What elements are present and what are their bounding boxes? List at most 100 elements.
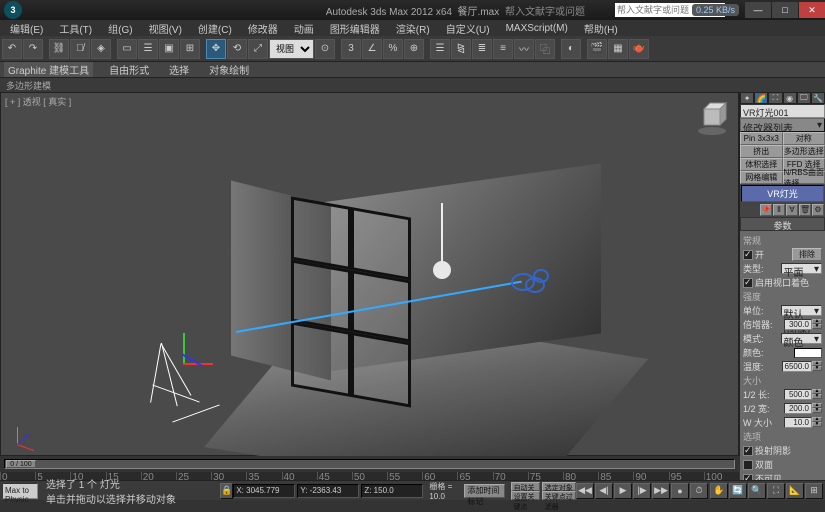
- select-button[interactable]: ▭: [117, 39, 137, 59]
- color-swatch[interactable]: [794, 348, 822, 358]
- ribbon-tab-paint[interactable]: 对象绘制: [205, 62, 253, 77]
- pivot-button[interactable]: ⊙: [315, 39, 335, 59]
- modifier-list-dropdown[interactable]: 修改器列表▾: [740, 118, 825, 132]
- menu-edit[interactable]: 编辑(E): [4, 21, 49, 36]
- exclude-button[interactable]: 排除: [792, 248, 822, 261]
- coord-z[interactable]: Z: 150.0: [361, 484, 423, 498]
- set-key-button[interactable]: 设置关键点: [511, 491, 540, 500]
- maximize-button[interactable]: □: [772, 2, 798, 18]
- viewport-perspective[interactable]: [ + ] 透视 [ 真实 ]: [0, 92, 739, 456]
- menu-help[interactable]: 帮助(H): [578, 21, 624, 36]
- ribbon-sub[interactable]: 多边形建模: [0, 78, 825, 92]
- menu-animation[interactable]: 动画: [288, 21, 320, 36]
- stack-show[interactable]: Ⅱ: [773, 204, 785, 216]
- check-on[interactable]: [743, 250, 753, 260]
- undo-button[interactable]: ↶: [2, 39, 22, 59]
- render-button[interactable]: 🫖: [629, 39, 649, 59]
- stack-pin[interactable]: 📌: [760, 204, 772, 216]
- ribbon-tab-graphite[interactable]: Graphite 建模工具: [4, 62, 93, 77]
- mirror-button[interactable]: ⧎: [451, 39, 471, 59]
- lock-selection-icon[interactable]: 🔒: [220, 483, 233, 499]
- half-width-input[interactable]: 200.0: [784, 403, 813, 414]
- goto-start[interactable]: ◀◀: [576, 483, 594, 499]
- fov-button[interactable]: 📐: [786, 483, 804, 499]
- menu-maxscript[interactable]: MAXScript(M): [500, 23, 574, 34]
- curve-editor-button[interactable]: 〰: [514, 39, 534, 59]
- cfg-btn-6[interactable]: 网格编辑: [740, 171, 783, 184]
- goto-end[interactable]: ▶▶: [652, 483, 670, 499]
- play-button[interactable]: ▶: [614, 483, 632, 499]
- bind-button[interactable]: ◈: [91, 39, 111, 59]
- rollout-params[interactable]: 参数: [740, 217, 825, 231]
- cfg-btn-3[interactable]: 多边形选择: [783, 145, 825, 158]
- temp-input[interactable]: 6500.0: [782, 361, 812, 372]
- menu-custom[interactable]: 自定义(U): [440, 21, 496, 36]
- coord-x[interactable]: X: 3045.779: [233, 484, 295, 498]
- spinner-snap[interactable]: ⊕: [404, 39, 424, 59]
- material-editor-button[interactable]: ◐: [561, 39, 581, 59]
- light-target-gizmo[interactable]: [511, 273, 551, 303]
- scale-button[interactable]: ⤢: [248, 39, 268, 59]
- w-size-input[interactable]: 10.0: [784, 417, 813, 428]
- move-button[interactable]: ✥: [206, 39, 226, 59]
- pan-view[interactable]: ✋: [710, 483, 728, 499]
- render-frame-button[interactable]: ▦: [608, 39, 628, 59]
- align-button[interactable]: ≣: [472, 39, 492, 59]
- vray-light-gizmo[interactable]: [161, 343, 231, 433]
- window-crossing-button[interactable]: ⊞: [180, 39, 200, 59]
- ribbon-tab-freeform[interactable]: 自由形式: [105, 62, 153, 77]
- link-button[interactable]: ⛓: [49, 39, 69, 59]
- time-thumb[interactable]: 0 / 100: [6, 460, 36, 468]
- menu-graph[interactable]: 图形编辑器: [324, 21, 386, 36]
- tab-modify[interactable]: 🌈: [754, 92, 768, 104]
- cfg-btn-7[interactable]: N/RBS曲面选择: [783, 171, 825, 184]
- time-config[interactable]: ⏱: [690, 483, 708, 499]
- maximize-viewport[interactable]: ⊞: [805, 483, 823, 499]
- ref-coord-dropdown[interactable]: 视图: [269, 39, 314, 59]
- redo-button[interactable]: ↷: [23, 39, 43, 59]
- menu-render[interactable]: 渲染(R): [390, 21, 436, 36]
- snap-toggle[interactable]: 3: [341, 39, 361, 59]
- app-icon[interactable]: 3: [4, 1, 22, 19]
- half-length-input[interactable]: 500.0: [784, 389, 813, 400]
- mode-dropdown[interactable]: 颜色▾: [781, 333, 823, 344]
- tab-create[interactable]: ✦: [740, 92, 754, 104]
- render-setup-button[interactable]: 🎬: [587, 39, 607, 59]
- stack-unique[interactable]: ∀: [786, 204, 798, 216]
- tab-utilities[interactable]: 🔧: [811, 92, 825, 104]
- select-region-button[interactable]: ▣: [159, 39, 179, 59]
- object-name-field[interactable]: VR灯光001: [740, 104, 825, 118]
- rotate-button[interactable]: ⟲: [227, 39, 247, 59]
- axis-y-icon[interactable]: [183, 333, 185, 363]
- zoom-view[interactable]: 🔍: [748, 483, 766, 499]
- menu-tools[interactable]: 工具(T): [53, 21, 98, 36]
- time-slider[interactable]: 0 / 100: [0, 456, 739, 472]
- ribbon-tab-select[interactable]: 选择: [165, 62, 193, 77]
- check-double-sided[interactable]: [743, 460, 753, 470]
- check-viewport[interactable]: [743, 278, 753, 288]
- cfg-btn-2[interactable]: 挤出: [740, 145, 783, 158]
- unlink-button[interactable]: ⛓̸: [70, 39, 90, 59]
- check-cast-shadows[interactable]: [743, 446, 753, 456]
- angle-snap[interactable]: ∠: [362, 39, 382, 59]
- tab-hierarchy[interactable]: ⛶: [768, 92, 782, 104]
- select-name-button[interactable]: ☰: [138, 39, 158, 59]
- menu-create[interactable]: 创建(C): [192, 21, 238, 36]
- close-button[interactable]: ✕: [799, 2, 825, 18]
- cfg-btn-0[interactable]: Pin 3x3x3: [740, 132, 783, 145]
- maxscript-mini[interactable]: Max to Physic: [2, 483, 38, 499]
- key-filter-button[interactable]: 关键点过滤器: [542, 491, 576, 500]
- schematic-button[interactable]: ⿻: [535, 39, 555, 59]
- coord-y[interactable]: Y: -2363.43: [297, 484, 359, 498]
- zoom-extents[interactable]: ⛶: [767, 483, 785, 499]
- orbit-view[interactable]: 🔄: [729, 483, 747, 499]
- auto-key-button[interactable]: 自动关键点: [511, 482, 540, 491]
- multiplier-input[interactable]: 300.0: [784, 319, 813, 330]
- menu-view[interactable]: 视图(V): [143, 21, 188, 36]
- key-filter-sel[interactable]: 选定对象: [542, 482, 576, 491]
- menu-group[interactable]: 组(G): [102, 21, 138, 36]
- mult-down[interactable]: ▼: [812, 324, 822, 329]
- tab-display[interactable]: 🖵: [797, 92, 811, 104]
- percent-snap[interactable]: %: [383, 39, 403, 59]
- menu-modifiers[interactable]: 修改器: [242, 21, 284, 36]
